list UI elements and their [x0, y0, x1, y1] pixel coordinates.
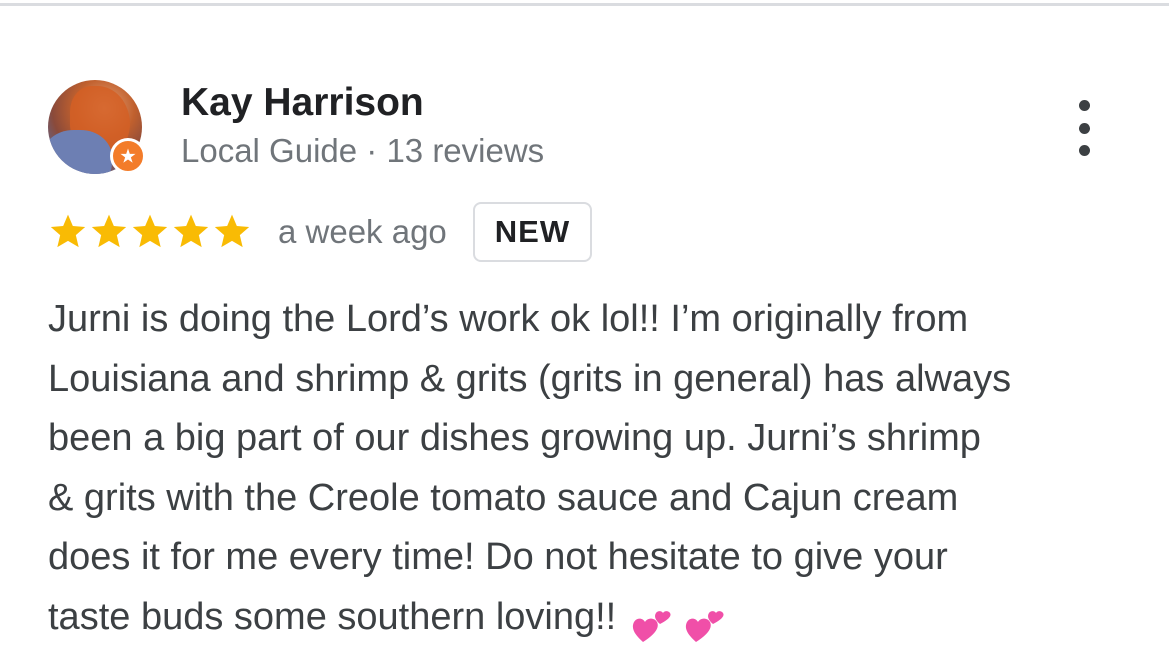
more-vertical-icon-dot: [1078, 100, 1090, 111]
more-vertical-icon-dot: [1078, 145, 1090, 156]
review-text-line-content: been a big part of our dishes growing up…: [48, 417, 981, 460]
review-text-line: & grits with the Creole tomato sauce and…: [48, 469, 1128, 529]
reviewer-meta[interactable]: Local Guide · 13 reviews: [181, 130, 544, 172]
star-icon: [130, 212, 170, 252]
star-icon: [48, 212, 88, 252]
review-date: a week ago: [278, 213, 447, 250]
reviewer-avatar[interactable]: [48, 80, 146, 176]
star-icon: [171, 212, 211, 252]
review-text-line-content: does it for me every time! Do not hesita…: [48, 536, 948, 579]
local-guide-star-icon: [110, 138, 146, 174]
review-text-line-content: Louisiana and shrimp & grits (grits in g…: [48, 357, 1012, 400]
review-text: Jurni is doing the Lord’s work ok lol!! …: [48, 290, 1128, 654]
review-text-line-content: taste buds some southern loving!!: [48, 595, 617, 638]
star-icon: [212, 212, 252, 252]
review-text-line: Jurni is doing the Lord’s work ok lol!! …: [48, 290, 1128, 350]
more-vertical-icon-dot: [1078, 122, 1090, 134]
review-text-line: taste buds some southern loving!!: [48, 588, 1128, 654]
star-icon: [89, 212, 129, 252]
review-text-line-content: & grits with the Creole tomato sauce and…: [48, 476, 959, 519]
rating-row: a week ago NEW: [48, 200, 593, 264]
top-divider: [0, 3, 1169, 6]
star-rating: [48, 212, 252, 252]
reviewer-name[interactable]: Kay Harrison: [181, 80, 424, 126]
review-text-line: been a big part of our dishes growing up…: [48, 409, 1128, 469]
review-text-line: does it for me every time! Do not hesita…: [48, 528, 1128, 588]
two-hearts-icon: [630, 594, 725, 654]
more-options-button[interactable]: [1064, 96, 1104, 160]
new-badge: NEW: [472, 202, 593, 262]
review-text-line-content: Jurni is doing the Lord’s work ok lol!! …: [48, 298, 969, 340]
review-text-line: Louisiana and shrimp & grits (grits in g…: [48, 350, 1128, 410]
